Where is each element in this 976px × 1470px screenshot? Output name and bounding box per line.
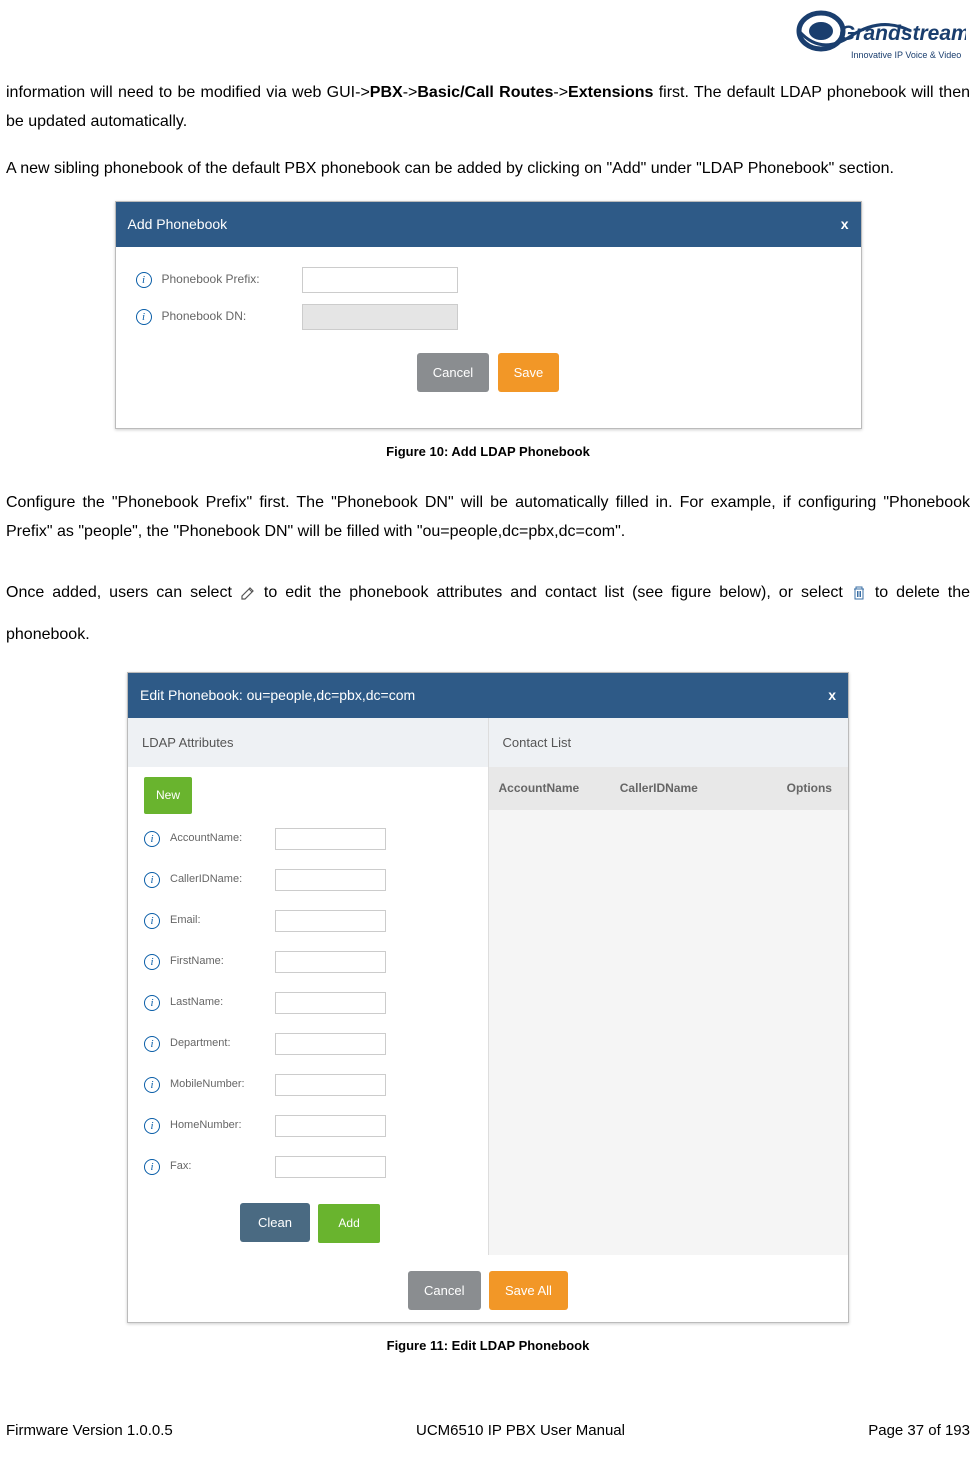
close-icon[interactable]: x: [841, 210, 849, 239]
svg-text:Grandstream: Grandstream: [839, 22, 966, 45]
field-label: Department:: [170, 1029, 275, 1058]
info-icon[interactable]: i: [144, 1036, 160, 1052]
field-label: MobileNumber:: [170, 1070, 275, 1099]
info-icon[interactable]: i: [144, 913, 160, 929]
figure-caption: Figure 11: Edit LDAP Phonebook: [6, 1331, 970, 1360]
grandstream-logo: Grandstream Innovative IP Voice & Video: [791, 6, 966, 68]
attr-input[interactable]: [275, 1115, 386, 1137]
attr-input[interactable]: [275, 951, 386, 973]
save-all-button[interactable]: Save All: [489, 1271, 568, 1310]
info-icon[interactable]: i: [136, 309, 152, 325]
info-icon[interactable]: i: [144, 1159, 160, 1175]
attr-input[interactable]: [275, 1033, 386, 1055]
svg-text:Innovative IP Voice & Video: Innovative IP Voice & Video: [851, 50, 961, 60]
attr-input[interactable]: [275, 869, 386, 891]
attr-input[interactable]: [275, 910, 386, 932]
contact-list-header: Contact List: [489, 718, 849, 767]
body-text: A new sibling phonebook of the default P…: [6, 154, 970, 183]
info-icon[interactable]: i: [144, 954, 160, 970]
edit-icon: [240, 585, 256, 601]
attr-input[interactable]: [275, 1156, 386, 1178]
cancel-button[interactable]: Cancel: [417, 353, 489, 392]
column-header: CallerIDName: [620, 774, 751, 803]
ldap-attributes-header: LDAP Attributes: [128, 718, 488, 767]
page-footer: Firmware Version 1.0.0.5 UCM6510 IP PBX …: [0, 1382, 976, 1467]
save-button[interactable]: Save: [498, 353, 560, 392]
phonebook-dn-input: [302, 304, 458, 330]
column-header: Options: [751, 774, 838, 803]
clean-button[interactable]: Clean: [240, 1203, 310, 1242]
info-icon[interactable]: i: [144, 1118, 160, 1134]
field-label: Phonebook DN:: [162, 302, 302, 331]
add-button[interactable]: Add: [318, 1204, 379, 1243]
dialog-title: Edit Phonebook: ou=people,dc=pbx,dc=com: [140, 681, 415, 710]
add-phonebook-dialog: Add Phonebook x i Phonebook Prefix: i Ph…: [115, 201, 862, 429]
attr-input[interactable]: [275, 828, 386, 850]
field-label: AccountName:: [170, 824, 275, 853]
firmware-version: Firmware Version 1.0.0.5: [6, 1422, 173, 1439]
field-label: CallerIDName:: [170, 865, 275, 894]
field-label: LastName:: [170, 988, 275, 1017]
phonebook-prefix-input[interactable]: [302, 267, 458, 293]
info-icon[interactable]: i: [144, 831, 160, 847]
body-text: Configure the "Phonebook Prefix" first. …: [6, 488, 970, 546]
body-text: information will need to be modified via…: [6, 78, 970, 136]
delete-icon: [851, 585, 867, 601]
info-icon[interactable]: i: [144, 1077, 160, 1093]
field-label: Fax:: [170, 1152, 275, 1181]
edit-phonebook-dialog: Edit Phonebook: ou=people,dc=pbx,dc=com …: [127, 672, 849, 1323]
page-number: Page 37 of 193: [868, 1422, 970, 1439]
info-icon[interactable]: i: [144, 995, 160, 1011]
field-label: HomeNumber:: [170, 1111, 275, 1140]
field-label: FirstName:: [170, 947, 275, 976]
field-label: Email:: [170, 906, 275, 935]
close-icon[interactable]: x: [828, 681, 836, 710]
field-label: Phonebook Prefix:: [162, 265, 302, 294]
info-icon[interactable]: i: [144, 872, 160, 888]
column-header: AccountName: [499, 774, 620, 803]
body-text: Once added, users can select to edit the…: [6, 572, 970, 656]
info-icon[interactable]: i: [136, 272, 152, 288]
attr-input[interactable]: [275, 1074, 386, 1096]
cancel-button[interactable]: Cancel: [408, 1271, 480, 1310]
attr-input[interactable]: [275, 992, 386, 1014]
manual-title: UCM6510 IP PBX User Manual: [416, 1422, 625, 1439]
dialog-title: Add Phonebook: [128, 210, 228, 239]
figure-caption: Figure 10: Add LDAP Phonebook: [6, 437, 970, 466]
new-button[interactable]: New: [144, 777, 192, 814]
